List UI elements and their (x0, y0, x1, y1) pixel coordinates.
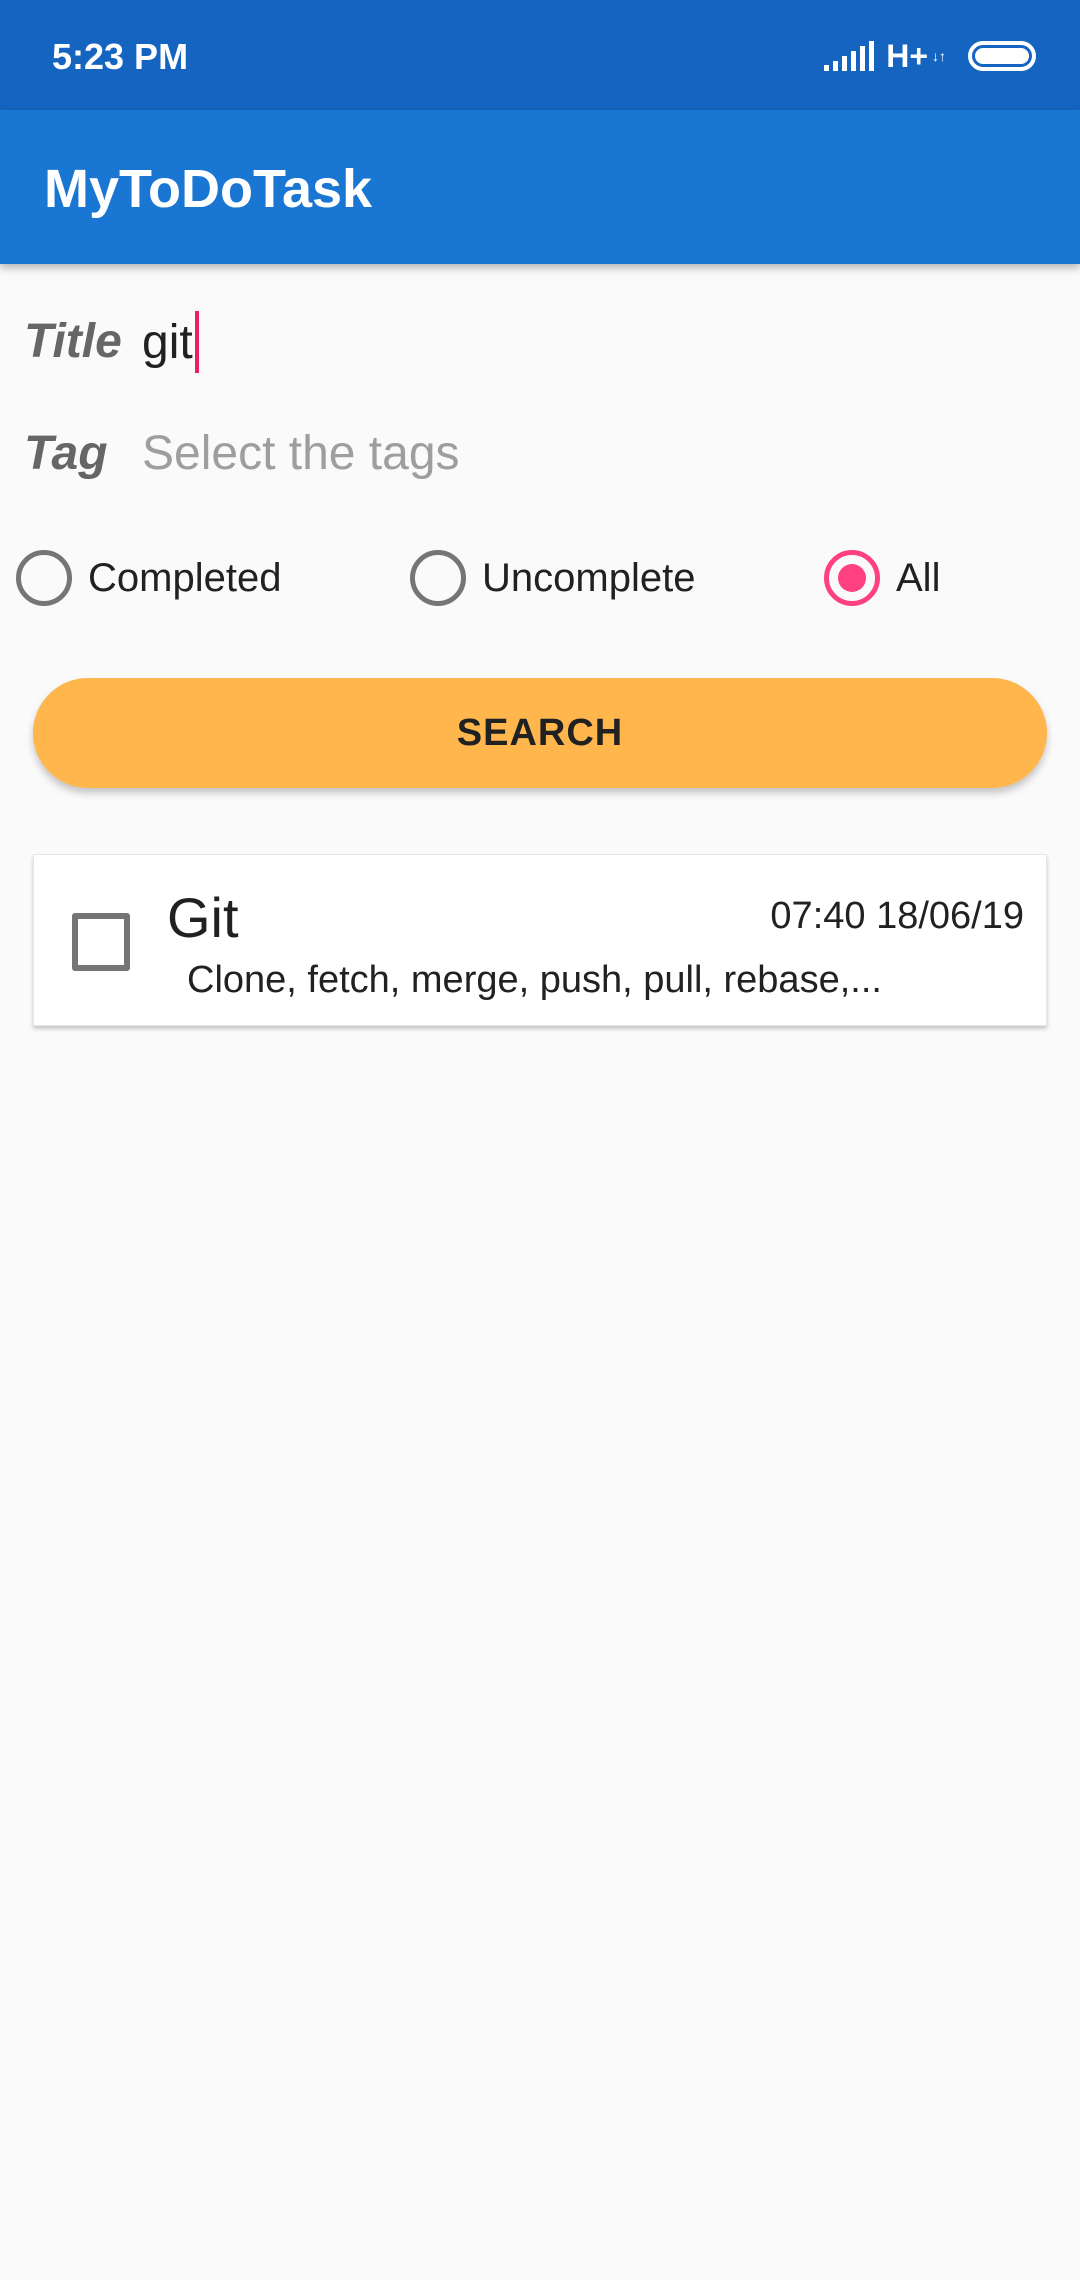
task-description: Clone, fetch, merge, push, pull, rebase,… (187, 959, 882, 1001)
radio-all[interactable]: All (824, 548, 940, 608)
app-bar: MyToDoTask (0, 110, 1080, 264)
radio-button-checked-icon (824, 550, 880, 606)
task-datetime: 07:40 18/06/19 (770, 895, 1024, 937)
title-input-value: git (142, 315, 193, 369)
radio-completed-label: Completed (88, 555, 282, 600)
network-type-label: H+ (886, 37, 928, 74)
app-title: MyToDoTask (44, 159, 373, 219)
status-icons: H+ ↓↑ (824, 36, 1036, 76)
search-button-label: SEARCH (456, 711, 624, 754)
radio-all-label: All (896, 555, 941, 600)
title-label: Title (24, 315, 122, 368)
search-button[interactable]: SEARCH (33, 678, 1047, 788)
status-bar: 5:23 PM H+ ↓↑ (0, 0, 1080, 110)
task-card[interactable]: Git 07:40 18/06/19 Clone, fetch, merge, … (33, 854, 1047, 1026)
tag-input[interactable]: Select the tags (142, 426, 460, 481)
status-time: 5:23 PM (52, 36, 189, 77)
title-input[interactable]: git (142, 307, 199, 377)
data-activity-icon: ↓↑ (932, 48, 946, 64)
radio-button-unchecked-icon (16, 550, 72, 606)
battery-icon (968, 41, 1036, 71)
radio-completed[interactable]: Completed (16, 548, 281, 608)
radio-button-unchecked-icon (410, 550, 466, 606)
text-cursor (194, 311, 199, 373)
tag-label: Tag (24, 427, 108, 480)
radio-uncomplete-label: Uncomplete (482, 555, 696, 600)
task-title: Git (167, 886, 239, 949)
radio-uncomplete[interactable]: Uncomplete (410, 548, 695, 608)
signal-icon (824, 41, 875, 71)
task-complete-checkbox[interactable] (72, 913, 130, 971)
